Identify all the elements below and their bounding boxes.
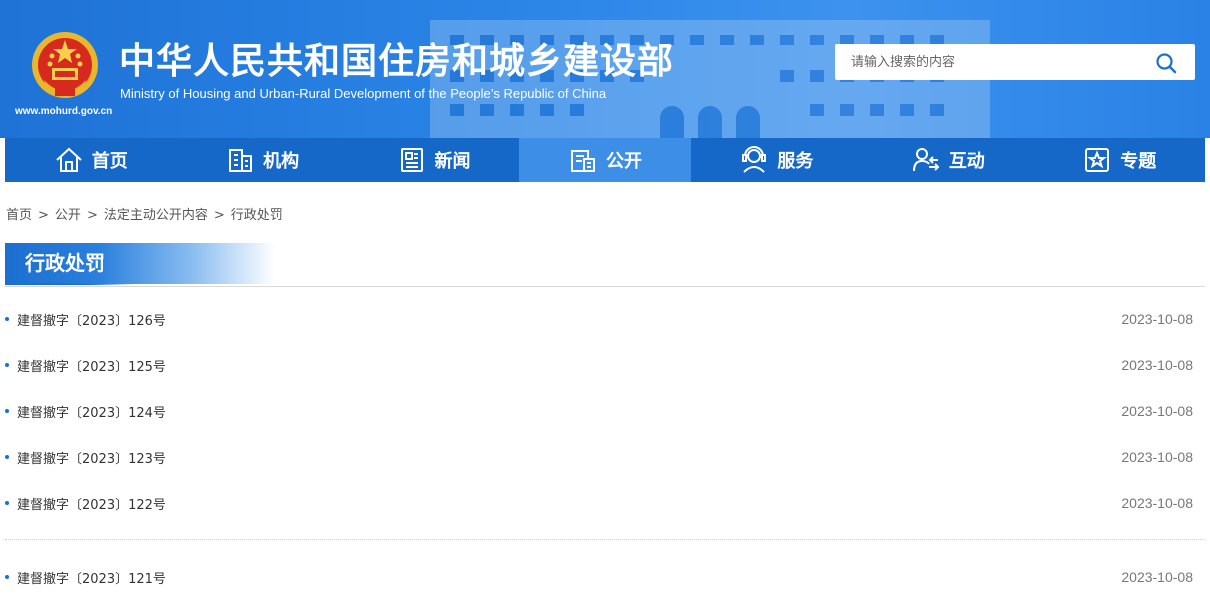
nav-label-home: 首页 bbox=[91, 151, 128, 172]
site-header: www.mohurd.gov.cn 中华人民共和国住房和城乡建设部 Minist… bbox=[0, 0, 1210, 138]
nav-item-public[interactable]: 公开 bbox=[519, 138, 691, 182]
list-item[interactable]: 建督撤字〔2023〕124号 2023-10-08 bbox=[5, 388, 1193, 434]
nav-item-organization[interactable]: 机构 bbox=[176, 138, 347, 182]
list-item-date: 2023-10-08 bbox=[1121, 403, 1193, 419]
search-box bbox=[835, 44, 1195, 80]
site-url: www.mohurd.gov.cn bbox=[15, 106, 113, 117]
ministry-title-cn: 中华人民共和国住房和城乡建设部 bbox=[119, 41, 675, 82]
newspaper-icon bbox=[400, 148, 423, 172]
section-title: 行政处罚 bbox=[5, 243, 275, 285]
breadcrumb-public[interactable]: 公开 bbox=[55, 208, 81, 223]
nav-item-news[interactable]: 新闻 bbox=[348, 138, 519, 182]
list-item[interactable]: 建督撤字〔2023〕126号 2023-10-08 bbox=[5, 296, 1193, 342]
nav-label-interaction: 互动 bbox=[948, 151, 985, 172]
ministry-title-en: Ministry of Housing and Urban-Rural Deve… bbox=[120, 86, 607, 101]
nav-label-organization: 机构 bbox=[263, 151, 300, 172]
nav-label-news: 新闻 bbox=[434, 151, 471, 172]
nav-label-public: 公开 bbox=[605, 151, 642, 172]
list-divider bbox=[5, 539, 1205, 540]
nav-label-service: 服务 bbox=[777, 151, 814, 172]
service-person-icon bbox=[742, 146, 767, 173]
list-item-title[interactable]: 建督撤字〔2023〕123号 bbox=[17, 448, 166, 467]
list-item[interactable]: 建督撤字〔2023〕125号 2023-10-08 bbox=[5, 342, 1193, 388]
list-item-date: 2023-10-08 bbox=[1121, 569, 1193, 585]
list-item-title[interactable]: 建督撤字〔2023〕125号 bbox=[17, 356, 166, 375]
document-icon bbox=[570, 150, 595, 172]
list-item[interactable]: 建督撤字〔2023〕123号 2023-10-08 bbox=[5, 434, 1193, 480]
search-input[interactable] bbox=[835, 44, 1151, 80]
list-item[interactable]: 建督撤字〔2023〕122号 2023-10-08 bbox=[5, 480, 1193, 526]
interaction-icon bbox=[912, 148, 940, 172]
bullet-icon bbox=[5, 501, 9, 505]
breadcrumb-separator: > bbox=[86, 208, 98, 223]
nav-item-topics[interactable]: 专题 bbox=[1034, 138, 1205, 182]
breadcrumb-separator: > bbox=[213, 208, 225, 223]
bullet-icon bbox=[5, 455, 9, 459]
nav-item-service[interactable]: 服务 bbox=[691, 138, 862, 182]
star-box-icon bbox=[1085, 148, 1110, 172]
document-list-continued: 建督撤字〔2023〕121号 2023-10-08 bbox=[5, 554, 1193, 600]
list-item-title[interactable]: 建督撤字〔2023〕124号 bbox=[17, 402, 166, 421]
building-icon bbox=[229, 149, 253, 172]
bullet-icon bbox=[5, 363, 9, 367]
breadcrumb-separator: > bbox=[38, 208, 49, 223]
list-item-date: 2023-10-08 bbox=[1121, 311, 1193, 327]
nav-label-topics: 专题 bbox=[1120, 151, 1157, 172]
list-item[interactable]: 建督撤字〔2023〕121号 2023-10-08 bbox=[5, 554, 1193, 600]
breadcrumb: 首页 > 公开 > 法定主动公开内容 > 行政处罚 bbox=[6, 204, 283, 223]
list-item-title[interactable]: 建督撤字〔2023〕122号 bbox=[17, 494, 166, 513]
bullet-icon bbox=[5, 409, 9, 413]
search-icon[interactable] bbox=[1155, 52, 1177, 74]
section-header: 行政处罚 bbox=[5, 242, 1205, 287]
breadcrumb-statutory-content[interactable]: 法定主动公开内容 bbox=[104, 208, 208, 223]
list-item-date: 2023-10-08 bbox=[1121, 449, 1193, 465]
nav-item-home[interactable]: 首页 bbox=[5, 138, 176, 182]
breadcrumb-home[interactable]: 首页 bbox=[6, 208, 32, 223]
nav-item-interaction[interactable]: 互动 bbox=[862, 138, 1033, 182]
home-icon bbox=[56, 147, 82, 172]
bullet-icon bbox=[5, 317, 9, 321]
national-emblem-icon bbox=[32, 32, 98, 98]
bullet-icon bbox=[5, 575, 9, 579]
main-nav: 首页 机构 新闻 公开 服务 互动 专题 bbox=[5, 138, 1205, 182]
list-item-title[interactable]: 建督撤字〔2023〕126号 bbox=[17, 310, 166, 329]
document-list: 建督撤字〔2023〕126号 2023-10-08 建督撤字〔2023〕125号… bbox=[5, 296, 1193, 526]
list-item-date: 2023-10-08 bbox=[1121, 495, 1193, 511]
list-item-title[interactable]: 建督撤字〔2023〕121号 bbox=[17, 568, 166, 587]
breadcrumb-current: 行政处罚 bbox=[230, 208, 283, 223]
list-item-date: 2023-10-08 bbox=[1121, 357, 1193, 373]
